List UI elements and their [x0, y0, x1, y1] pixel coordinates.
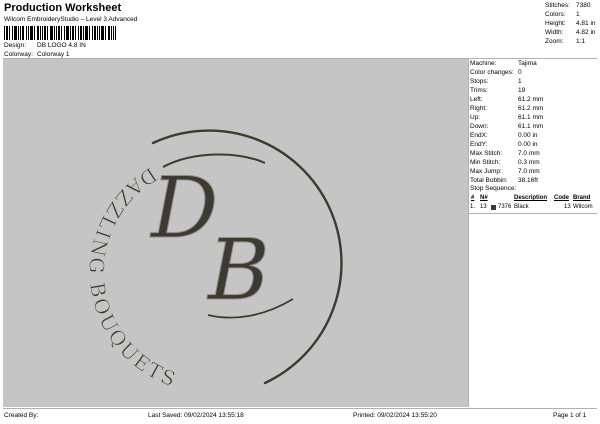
zoom-value: 1:1: [576, 38, 586, 45]
stitches-value: 7380: [576, 2, 591, 9]
page-number: Page 1 of 1: [553, 412, 587, 419]
design-name-row: Design: DB LOGO 4.8 IN: [0, 42, 200, 51]
panel-divider: [468, 59, 469, 407]
barcode: [4, 26, 116, 40]
colorway-value: Colorway 1: [37, 51, 70, 58]
row-thread-number: 7376: [498, 204, 512, 210]
created-by: Created By:: [4, 412, 39, 419]
spec-label: Max Stitch:: [470, 150, 503, 157]
height-label: Height:: [545, 20, 566, 27]
printed-date: Printed: 09/02/2024 13:55:20: [353, 412, 437, 419]
zoom-label: Zoom:: [545, 38, 564, 45]
zoom-row: Zoom: 1:1: [545, 38, 599, 47]
machine-specs: Machine: Tajima Color changes: 0 Stops: 1 T…: [470, 60, 598, 186]
spec-label: Right:: [470, 105, 487, 112]
height-row: Height: 4.81 in: [545, 20, 599, 29]
column-header: Code: [554, 195, 569, 201]
footer-divider: [3, 408, 597, 409]
spec-label: Left:: [470, 96, 483, 103]
software-subtitle: Wilcom EmbroideryStudio – Level 3 Advanc…: [4, 16, 138, 23]
table-divider: [469, 213, 597, 214]
width-row: Width: 4.82 in: [545, 29, 599, 38]
design-value: DB LOGO 4.8 IN: [37, 42, 86, 49]
colors-label: Colors:: [545, 11, 566, 18]
column-header: Brand: [573, 195, 591, 201]
spec-label: EndX:: [470, 132, 488, 139]
row-description: Black: [514, 204, 529, 210]
column-header: #: [471, 195, 475, 201]
design-preview: DAZZLING BOUQUETS D B: [3, 59, 468, 407]
embroidery-artwork: DAZZLING BOUQUETS D B: [84, 129, 343, 392]
thread-color-swatch: [491, 205, 496, 210]
spec-value: 61.2 mm: [518, 105, 544, 112]
row-brand: Wilcom: [573, 204, 593, 210]
spec-value: 0.00 in: [518, 141, 538, 148]
spec-value: 0.3 mm: [518, 159, 540, 166]
last-saved: Last Saved: 09/02/2024 13:55:18: [148, 412, 244, 419]
width-label: Width:: [545, 29, 564, 36]
colors-row: Colors: 1: [545, 11, 599, 20]
spec-value: 0: [518, 69, 522, 76]
spec-label: Max Jump:: [470, 168, 502, 175]
spec-label: EndY:: [470, 141, 488, 148]
design-label: Design:: [4, 42, 27, 49]
colorway-label: Colorway:: [4, 51, 33, 58]
worksheet-title: Production Worksheet: [4, 2, 122, 14]
spec-label: Trims:: [470, 87, 488, 94]
spec-value: 61.1 mm: [518, 123, 544, 130]
spec-label: Down:: [470, 123, 489, 130]
stitches-label: Stitches:: [545, 2, 570, 9]
spec-value: 19: [518, 87, 526, 94]
spec-value: 1: [518, 78, 522, 85]
monogram-letter-b: B: [206, 221, 270, 319]
spec-value: 0.00 in: [518, 132, 538, 139]
column-header: N#: [480, 195, 488, 201]
row-index: 1.: [470, 204, 476, 210]
column-header: Description: [514, 195, 548, 201]
stitches-row: Stitches: 7380: [545, 2, 599, 11]
spec-label: Up:: [470, 114, 481, 121]
spec-label: Color changes:: [470, 69, 514, 76]
spec-value: 38.16ft: [518, 177, 538, 184]
row-stop: 13: [480, 204, 487, 210]
width-value: 4.82 in: [576, 29, 596, 36]
spec-label: Min Stitch:: [470, 159, 501, 166]
spec-label: Machine:: [470, 60, 497, 67]
stop-sequence-title: Stop Sequence:: [470, 185, 517, 192]
stop-sequence-table: # N# Description Code Brand 1. 13 7376 B…: [470, 195, 598, 213]
colors-value: 1: [576, 11, 580, 18]
spec-value: 61.1 mm: [518, 114, 544, 121]
spec-label: Stops:: [470, 78, 489, 85]
spec-label: Total Bobbin:: [470, 177, 508, 184]
spec-value: Tajima: [518, 60, 537, 67]
height-value: 4.81 in: [576, 20, 596, 27]
spec-value: 7.0 mm: [518, 150, 540, 157]
spec-value: 61.2 mm: [518, 96, 544, 103]
row-code: 13: [564, 204, 571, 210]
summary-stats: Stitches: 7380 Colors: 1 Height: 4.81 in…: [545, 2, 599, 48]
spec-value: 7.0 mm: [518, 168, 540, 175]
